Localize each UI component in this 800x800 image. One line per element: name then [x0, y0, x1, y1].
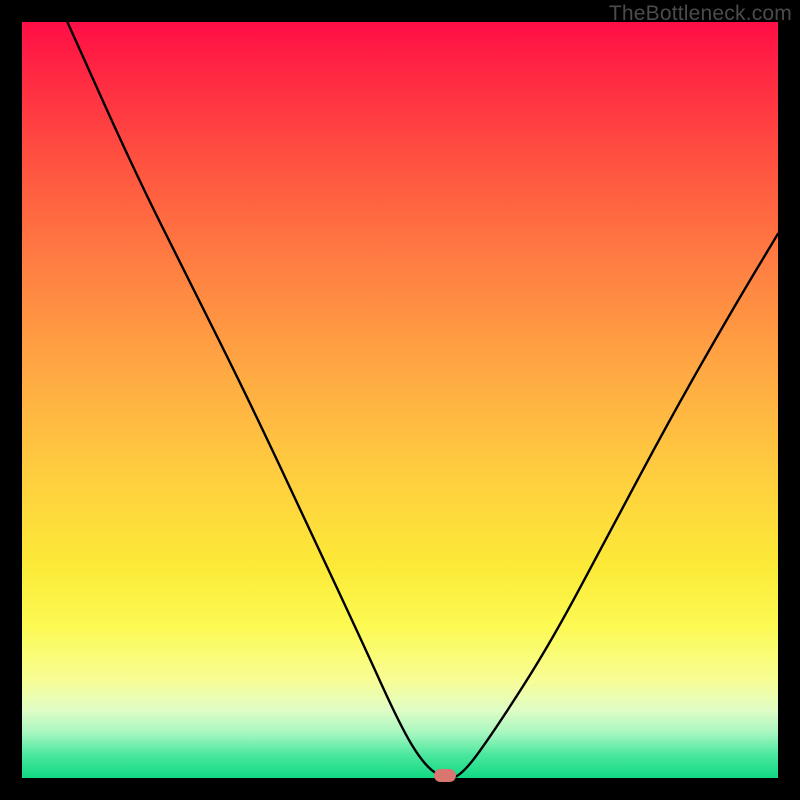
optimal-marker	[434, 769, 456, 782]
bottleneck-curve	[22, 22, 778, 778]
chart-frame: TheBottleneck.com	[0, 0, 800, 800]
watermark-text: TheBottleneck.com	[609, 2, 792, 26]
plot-area	[22, 22, 778, 778]
